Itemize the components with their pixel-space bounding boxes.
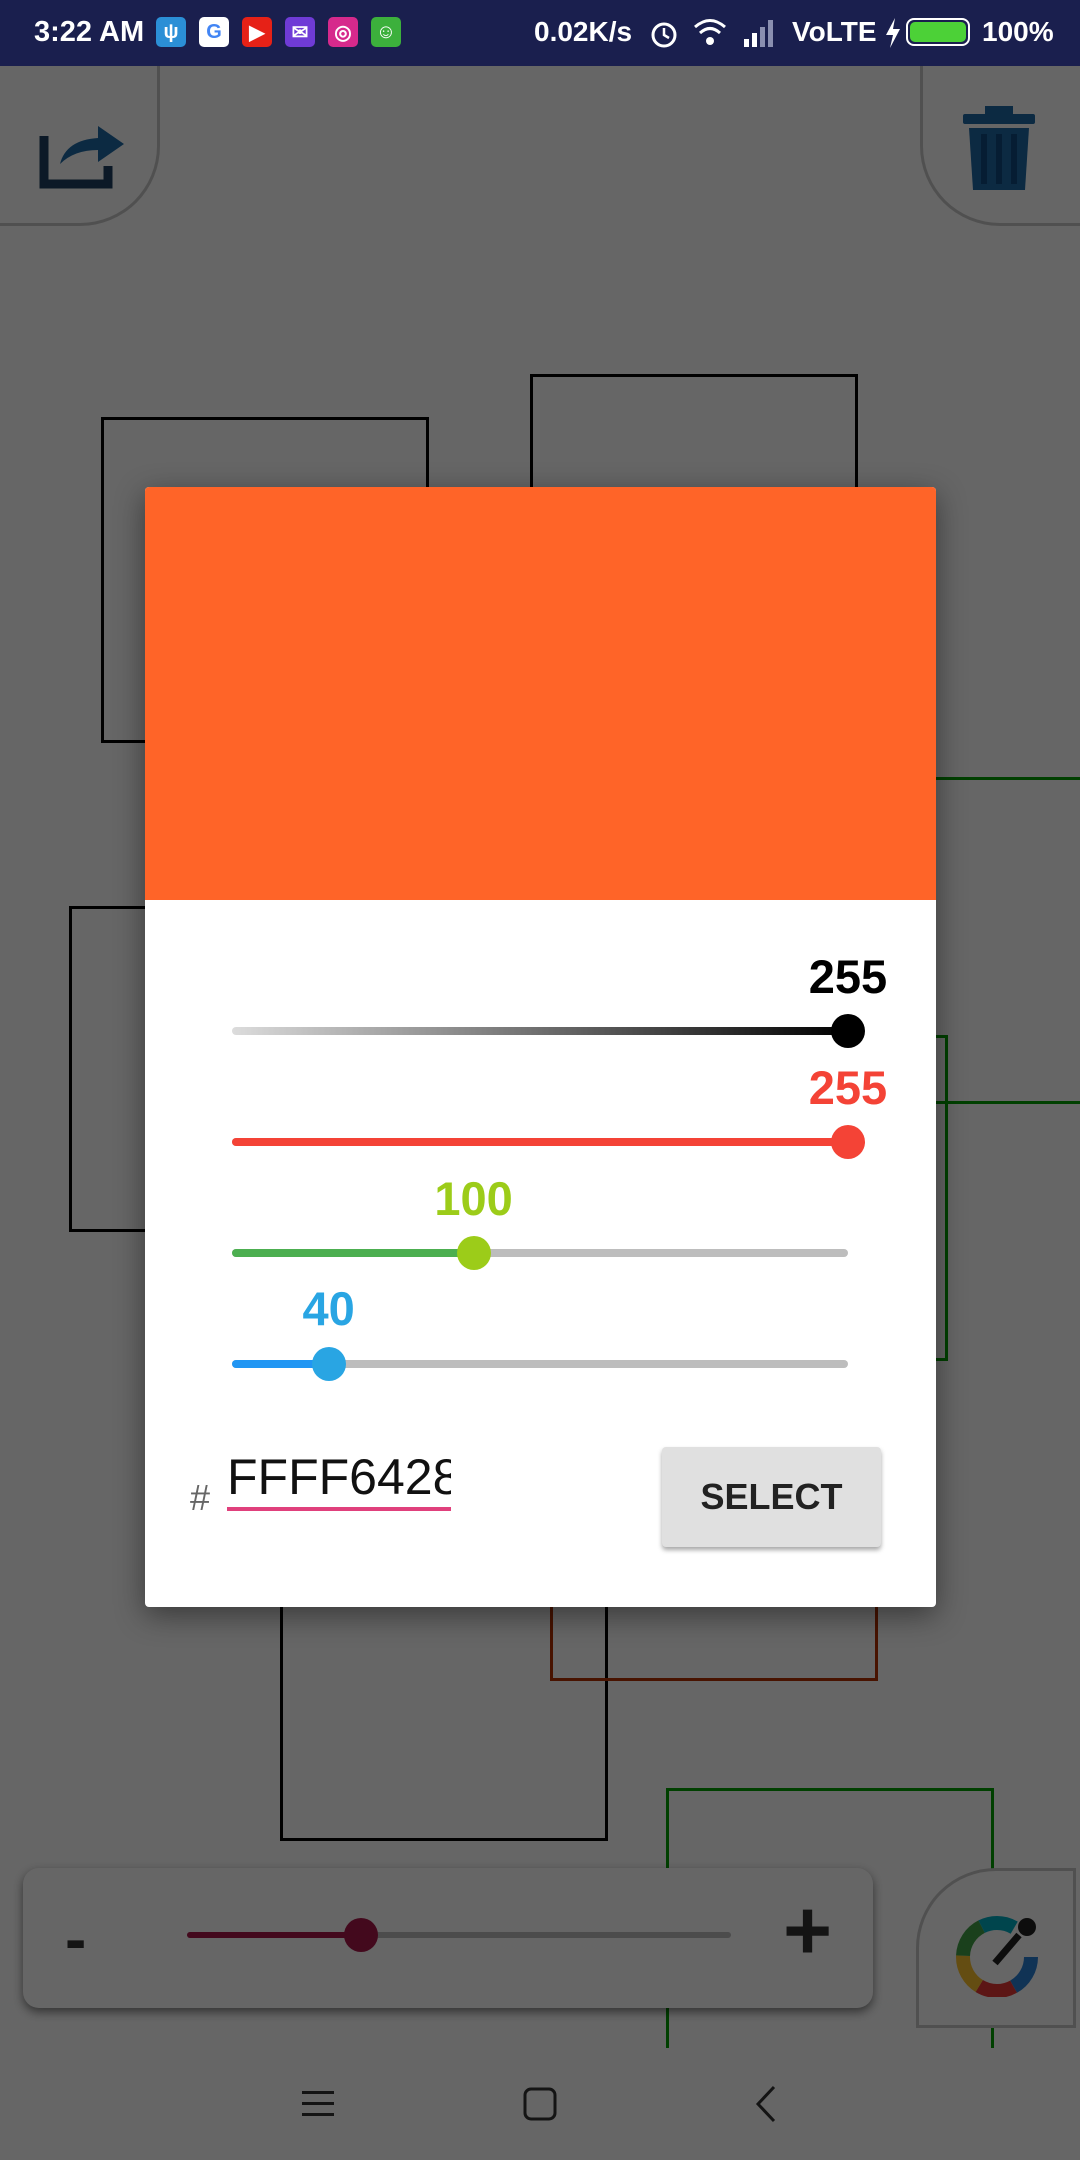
wifi-icon [694, 19, 726, 45]
hex-prefix: # [190, 1477, 211, 1518]
alpha-value: 255 [808, 950, 888, 1003]
blue-thumb[interactable] [311, 1347, 346, 1381]
charging-icon [886, 18, 900, 48]
green-thumb[interactable] [456, 1236, 491, 1270]
color-preview [145, 487, 936, 900]
instagram-icon: ◎ [328, 17, 358, 47]
alpha-thumb[interactable] [831, 1014, 865, 1048]
signal-icon [744, 20, 773, 47]
red-fill [232, 1138, 848, 1146]
blue-value: 40 [302, 1282, 355, 1335]
alpha-track[interactable] [232, 1027, 848, 1035]
network-type: VoLTE [792, 16, 877, 47]
color-picker-dialog: 255 255 100 40 # SELECT [145, 487, 936, 1607]
battery-icon [906, 18, 970, 46]
mail-icon: ✉ [285, 17, 315, 47]
red-thumb[interactable] [831, 1125, 865, 1159]
network-speed: 0.02K/s [534, 16, 633, 47]
google-icon: G [199, 17, 229, 47]
red-value: 255 [808, 1061, 888, 1114]
status-time: 3:22 AM [34, 16, 145, 48]
battery-percent: 100% [982, 16, 1054, 47]
android-icon: ☺ [371, 17, 401, 47]
green-fill [232, 1249, 474, 1257]
hex-color-input[interactable] [227, 1447, 451, 1511]
select-button[interactable]: SELECT [662, 1447, 881, 1547]
usb-icon: ψ [156, 17, 186, 47]
alarm-icon [651, 22, 677, 48]
youtube-icon: ▶ [242, 17, 272, 47]
status-bar: 3:22 AM ψ G ▶ ✉ ◎ ☺ 0.02K/s VoLTE 100% [0, 0, 1080, 66]
green-value: 100 [434, 1172, 513, 1225]
